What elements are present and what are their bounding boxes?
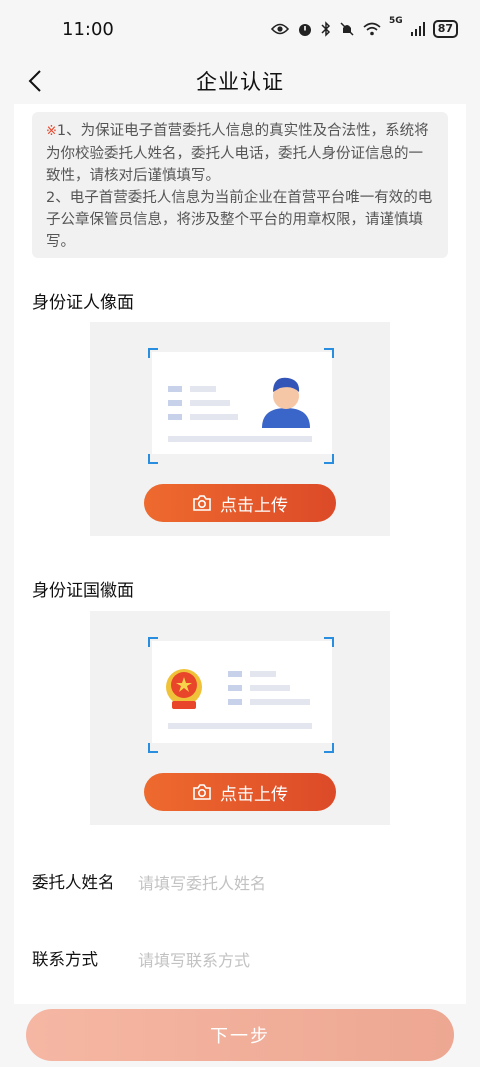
id-front-graphic bbox=[168, 377, 312, 442]
notice-star: ※ bbox=[46, 124, 57, 139]
upload-back-button[interactable]: 点击上传 bbox=[144, 773, 336, 811]
battery-indicator: 87 bbox=[432, 20, 458, 38]
id-card-back-illustration bbox=[152, 641, 332, 743]
signal-icon bbox=[410, 22, 425, 36]
status-time: 11:00 bbox=[62, 18, 114, 40]
id-card-front-illustration bbox=[152, 352, 332, 454]
scan-corner bbox=[324, 743, 334, 753]
back-button[interactable] bbox=[18, 64, 52, 98]
page-title: 企业认证 bbox=[196, 70, 284, 94]
network-type: 5G bbox=[389, 16, 403, 26]
status-icons: 5G 87 bbox=[271, 16, 458, 38]
alarm-icon bbox=[299, 24, 312, 36]
notice-text-2: 2、电子首营委托人信息为当前企业在首营平台唯一有效的电子公章保管员信息，将涉及整… bbox=[46, 190, 433, 250]
contact-label: 联系方式 bbox=[32, 950, 98, 969]
form-row-name: 委托人姓名 bbox=[32, 870, 452, 896]
name-label: 委托人姓名 bbox=[32, 873, 115, 892]
camera-icon bbox=[193, 784, 211, 800]
upload-front-button[interactable]: 点击上传 bbox=[144, 484, 336, 522]
id-front-upload-box[interactable]: 点击上传 bbox=[90, 322, 390, 536]
upload-back-label: 点击上传 bbox=[220, 784, 288, 805]
contact-input[interactable] bbox=[138, 947, 428, 973]
next-step-button[interactable]: 下一步 bbox=[26, 1009, 454, 1061]
id-back-upload-box[interactable]: 点击上传 bbox=[90, 611, 390, 825]
upload-front-label: 点击上传 bbox=[220, 495, 288, 516]
scan-corner bbox=[324, 454, 334, 464]
nav-header: 企业认证 bbox=[0, 58, 480, 104]
bluetooth-icon bbox=[321, 21, 331, 37]
mute-icon bbox=[340, 22, 354, 36]
chevron-left-icon bbox=[28, 70, 41, 92]
name-input[interactable] bbox=[138, 870, 428, 896]
wifi-icon bbox=[363, 22, 381, 36]
notice-line-1: ※1、为保证电子首营委托人信息的真实性及合法性，系统将为你校验委托人姓名，委托人… bbox=[46, 120, 436, 187]
id-back-graphic bbox=[166, 669, 312, 729]
notice-text-1: 1、为保证电子首营委托人信息的真实性及合法性，系统将为你校验委托人姓名，委托人电… bbox=[46, 123, 429, 184]
eye-icon bbox=[271, 23, 290, 35]
notice-box: ※1、为保证电子首营委托人信息的真实性及合法性，系统将为你校验委托人姓名，委托人… bbox=[32, 112, 448, 258]
id-back-label: 身份证国徽面 bbox=[32, 581, 134, 601]
main-content: ※1、为保证电子首营委托人信息的真实性及合法性，系统将为你校验委托人姓名，委托人… bbox=[14, 104, 466, 1004]
id-front-label: 身份证人像面 bbox=[32, 293, 134, 313]
status-bar: 11:00 5G 87 bbox=[0, 0, 480, 58]
form-row-contact: 联系方式 bbox=[32, 947, 452, 973]
camera-icon bbox=[193, 495, 211, 511]
scan-corner bbox=[148, 454, 158, 464]
scan-corner bbox=[148, 743, 158, 753]
